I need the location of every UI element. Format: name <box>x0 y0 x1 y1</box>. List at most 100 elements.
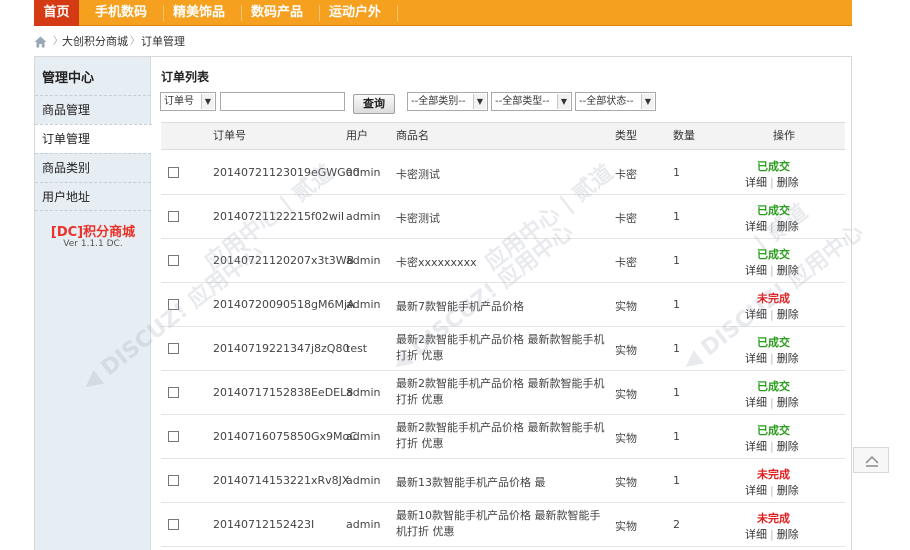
status-select[interactable]: --全部状态-- ▼ <box>575 92 656 111</box>
order-quantity: 1 <box>673 386 680 399</box>
detail-link[interactable]: 详细 <box>745 484 767 497</box>
order-number: 20140714153221xRv8JX <box>213 474 350 487</box>
delete-link[interactable]: 删除 <box>777 440 799 453</box>
delete-link[interactable]: 删除 <box>777 308 799 321</box>
row-actions: 详细 | 删除 <box>745 438 799 454</box>
detail-link[interactable]: 详细 <box>745 352 767 365</box>
action-divider: | <box>770 308 774 321</box>
product-type: 实物 <box>615 300 637 313</box>
row-checkbox[interactable] <box>168 475 179 486</box>
nav-item-sports[interactable]: 运动户外 <box>323 0 387 26</box>
product-type: 卡密 <box>615 168 637 181</box>
product-type: 卡密 <box>615 212 637 225</box>
row-checkbox[interactable] <box>168 299 179 310</box>
detail-link[interactable]: 详细 <box>745 308 767 321</box>
order-user: admin <box>346 386 381 399</box>
top-nav: 首页 手机数码 精美饰品 数码产品 运动户外 <box>34 0 852 26</box>
nav-item-accessories[interactable]: 精美饰品 <box>167 0 231 26</box>
type-select[interactable]: --全部类型-- ▼ <box>491 92 572 111</box>
detail-link[interactable]: 详细 <box>745 176 767 189</box>
action-divider: | <box>770 352 774 365</box>
delete-link[interactable]: 删除 <box>777 484 799 497</box>
delete-link[interactable]: 删除 <box>777 220 799 233</box>
order-number: 20140719221347j8zQ80 <box>213 342 350 355</box>
order-number: 20140717152838EeDEL8 <box>213 386 354 399</box>
sidebar-item-products[interactable]: 商品管理 <box>35 95 151 124</box>
brand-logo: [DC]积分商城 <box>50 225 136 240</box>
product-type: 实物 <box>615 520 637 533</box>
chevron-down-icon: ▼ <box>473 94 486 109</box>
detail-link[interactable]: 详细 <box>745 220 767 233</box>
table-header: 订单号 用户 商品名 类型 数量 操作 <box>161 122 845 150</box>
detail-link[interactable]: 详细 <box>745 440 767 453</box>
table-row: 20140721120207x3t3WB admin 卡密xxxxxxxxx 卡密 1 已… <box>161 239 845 283</box>
order-status: 已成交 <box>757 160 790 173</box>
delete-link[interactable]: 删除 <box>777 352 799 365</box>
row-actions: 详细 | 删除 <box>745 394 799 410</box>
chevron-down-icon: ▼ <box>641 94 654 109</box>
delete-link[interactable]: 删除 <box>777 528 799 541</box>
order-quantity: 2 <box>673 518 680 531</box>
row-checkbox[interactable] <box>168 255 179 266</box>
main-frame: 管理中心 商品管理 订单管理 商品类别 用户地址 [DC]积分商城 Ver 1.… <box>34 56 852 550</box>
order-user: admin <box>346 298 381 311</box>
search-input[interactable] <box>220 92 345 111</box>
row-checkbox[interactable] <box>168 211 179 222</box>
order-quantity: 1 <box>673 210 680 223</box>
breadcrumb-item-mall[interactable]: 大创积分商城 <box>62 34 128 50</box>
action-divider: | <box>770 176 774 189</box>
row-actions: 详细 | 删除 <box>745 306 799 322</box>
status-select-value: --全部状态-- <box>579 96 634 107</box>
detail-link[interactable]: 详细 <box>745 396 767 409</box>
row-actions: 详细 | 删除 <box>745 262 799 278</box>
column-user: 用户 <box>346 129 368 142</box>
order-status: 已成交 <box>757 380 790 393</box>
nav-item-phones[interactable]: 手机数码 <box>89 0 153 26</box>
row-checkbox[interactable] <box>168 519 179 530</box>
product-type: 实物 <box>615 388 637 401</box>
scroll-to-top-button[interactable] <box>853 447 889 473</box>
detail-link[interactable]: 详细 <box>745 264 767 277</box>
order-number: 20140712152423I <box>213 518 315 531</box>
search-field-select[interactable]: 订单号 ▼ <box>160 92 216 111</box>
row-checkbox[interactable] <box>168 387 179 398</box>
row-actions: 详细 | 删除 <box>745 526 799 542</box>
sidebar-item-addresses[interactable]: 用户地址 <box>35 182 151 211</box>
table-row: 20140719221347j8zQ80 test 最新2款智能手机产品价格 最新款… <box>161 327 845 371</box>
delete-link[interactable]: 删除 <box>777 396 799 409</box>
order-number: 20140721120207x3t3WB <box>213 254 355 267</box>
search-button[interactable]: 查询 <box>353 94 395 114</box>
page-title: 订单列表 <box>161 70 210 84</box>
sidebar-item-orders[interactable]: 订单管理 <box>35 124 152 153</box>
column-order-no: 订单号 <box>213 129 246 142</box>
sidebar-item-categories[interactable]: 商品类别 <box>35 153 151 182</box>
home-icon[interactable] <box>34 36 47 48</box>
order-quantity: 1 <box>673 298 680 311</box>
order-status: 未完成 <box>757 292 790 305</box>
nav-item-digital[interactable]: 数码产品 <box>245 0 309 26</box>
column-product: 商品名 <box>396 129 429 142</box>
action-divider: | <box>770 220 774 233</box>
category-select[interactable]: --全部类别-- ▼ <box>407 92 488 111</box>
row-actions: 详细 | 删除 <box>745 350 799 366</box>
product-type: 实物 <box>615 432 637 445</box>
row-checkbox[interactable] <box>168 167 179 178</box>
detail-link[interactable]: 详细 <box>745 528 767 541</box>
nav-divider <box>319 5 320 21</box>
order-user: admin <box>346 254 381 267</box>
order-status: 已成交 <box>757 424 790 437</box>
type-select-value: --全部类型-- <box>495 96 550 107</box>
content-panel: 订单列表 订单号 ▼ 查询 --全部类别-- ▼ --全部类型-- ▼ --全部… <box>151 57 853 550</box>
product-type: 卡密 <box>615 256 637 269</box>
nav-item-home[interactable]: 首页 <box>34 0 79 26</box>
order-quantity: 1 <box>673 342 680 355</box>
column-type: 类型 <box>615 129 637 142</box>
action-divider: | <box>770 396 774 409</box>
table-row: 20140717152838EeDEL8 admin 最新2款智能手机产品价格 最新… <box>161 371 845 415</box>
row-checkbox[interactable] <box>168 343 179 354</box>
product-name: 卡密xxxxxxxxx <box>396 256 477 269</box>
delete-link[interactable]: 删除 <box>777 264 799 277</box>
delete-link[interactable]: 删除 <box>777 176 799 189</box>
product-name: 最新13款智能手机产品价格 最 <box>396 476 546 489</box>
row-checkbox[interactable] <box>168 431 179 442</box>
